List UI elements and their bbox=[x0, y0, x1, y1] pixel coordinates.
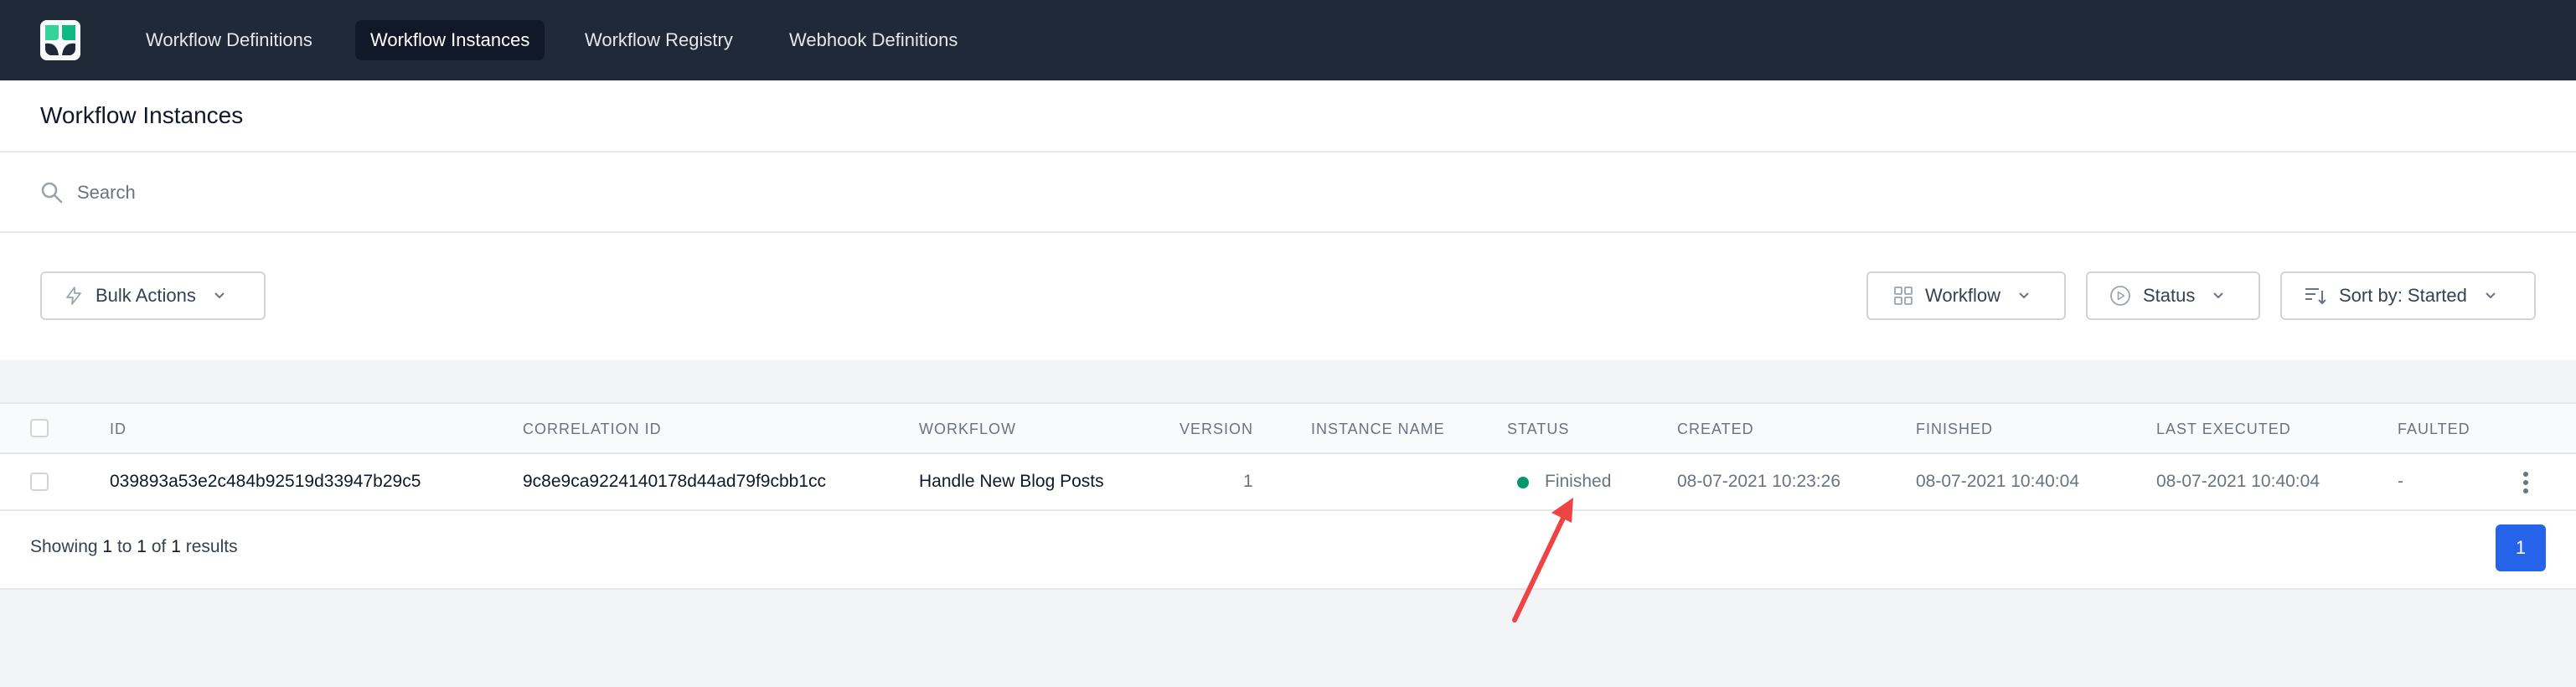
cell-status: Finished bbox=[1545, 472, 1612, 491]
filter-toolbar: Bulk Actions Workflow Status Sort by: St… bbox=[0, 233, 2576, 360]
column-header-status: STATUS bbox=[1507, 421, 1570, 437]
sort-button[interactable]: Sort by: Started bbox=[2280, 271, 2536, 320]
workflow-instances-table: ID CORRELATION ID WORKFLOW VERSION INSTA… bbox=[0, 402, 2576, 590]
range-to: 1 bbox=[137, 537, 147, 556]
column-header-id: ID bbox=[110, 421, 126, 437]
cell-finished: 08-07-2021 10:40:04 bbox=[1916, 472, 2079, 491]
section-divider bbox=[0, 360, 2576, 402]
page-header: Workflow Instances bbox=[0, 80, 2576, 152]
range-from: 1 bbox=[102, 537, 113, 556]
column-header-workflow: WORKFLOW bbox=[919, 421, 1016, 437]
chevron-down-icon bbox=[2213, 292, 2224, 299]
play-circle-icon bbox=[2110, 286, 2130, 306]
pagination-summary: Showing 1 to 1 of 1 results bbox=[30, 537, 238, 557]
search-bar bbox=[0, 152, 2576, 233]
chevron-down-icon bbox=[214, 292, 225, 299]
sort-label: Sort by: Started bbox=[2339, 285, 2467, 306]
row-checkbox[interactable] bbox=[30, 473, 49, 491]
annotation-arrow-icon bbox=[1512, 498, 1573, 622]
grid-icon bbox=[1894, 287, 1913, 305]
status-filter-button[interactable]: Status bbox=[2086, 271, 2260, 320]
sort-icon bbox=[2305, 288, 2326, 305]
column-header-faulted: FAULTED bbox=[2398, 421, 2470, 437]
results-label: results bbox=[185, 537, 238, 556]
column-header-correlation-id: CORRELATION ID bbox=[523, 421, 662, 437]
cell-correlation-id: 9c8e9ca9224140178d44ad79f9cbb1cc bbox=[523, 472, 826, 491]
of-label: of bbox=[151, 537, 167, 556]
cell-workflow[interactable]: Handle New Blog Posts bbox=[919, 472, 1104, 492]
column-header-instance-name: INSTANCE NAME bbox=[1311, 421, 1445, 437]
cell-created: 08-07-2021 10:23:26 bbox=[1677, 472, 1840, 491]
lightning-icon bbox=[66, 287, 81, 305]
cell-last-executed: 08-07-2021 10:40:04 bbox=[2156, 472, 2320, 491]
nav-webhook-definitions[interactable]: Webhook Definitions bbox=[774, 20, 973, 60]
bulk-actions-label: Bulk Actions bbox=[96, 285, 196, 306]
cell-version: 1 bbox=[1243, 472, 1253, 491]
column-header-version: VERSION bbox=[1180, 421, 1254, 437]
search-input[interactable] bbox=[77, 173, 2506, 213]
page-1-button[interactable]: 1 bbox=[2496, 524, 2546, 571]
column-header-created: CREATED bbox=[1677, 421, 1754, 437]
bulk-actions-button[interactable]: Bulk Actions bbox=[40, 271, 266, 320]
workflow-filter-label: Workflow bbox=[1925, 285, 2001, 306]
chevron-down-icon bbox=[2486, 292, 2496, 299]
search-icon bbox=[41, 182, 63, 204]
table-row[interactable]: 039893a53e2c484b92519d33947b29c5 9c8e9ca… bbox=[0, 454, 2576, 511]
status-filter-label: Status bbox=[2143, 285, 2196, 306]
status-indicator-dot bbox=[1517, 477, 1529, 488]
cell-faulted: - bbox=[2398, 472, 2403, 491]
total-results: 1 bbox=[171, 537, 181, 556]
nav-workflow-instances[interactable]: Workflow Instances bbox=[355, 20, 545, 60]
showing-label: Showing bbox=[30, 537, 98, 556]
column-header-finished: FINISHED bbox=[1916, 421, 1994, 437]
more-options-icon[interactable] bbox=[2513, 469, 2538, 496]
app-logo[interactable] bbox=[40, 20, 80, 60]
top-navigation: Workflow Definitions Workflow Instances … bbox=[0, 0, 2576, 80]
workflow-filter-button[interactable]: Workflow bbox=[1866, 271, 2066, 320]
column-header-last-executed: LAST EXECUTED bbox=[2156, 421, 2291, 437]
nav-workflow-definitions[interactable]: Workflow Definitions bbox=[131, 20, 328, 60]
chevron-down-icon bbox=[2019, 292, 2029, 299]
page-title: Workflow Instances bbox=[40, 102, 244, 128]
select-all-checkbox[interactable] bbox=[30, 419, 49, 437]
cell-id[interactable]: 039893a53e2c484b92519d33947b29c5 bbox=[110, 472, 421, 492]
to-label: to bbox=[116, 537, 132, 556]
nav-workflow-registry[interactable]: Workflow Registry bbox=[570, 20, 748, 60]
table-header: ID CORRELATION ID WORKFLOW VERSION INSTA… bbox=[0, 402, 2576, 454]
